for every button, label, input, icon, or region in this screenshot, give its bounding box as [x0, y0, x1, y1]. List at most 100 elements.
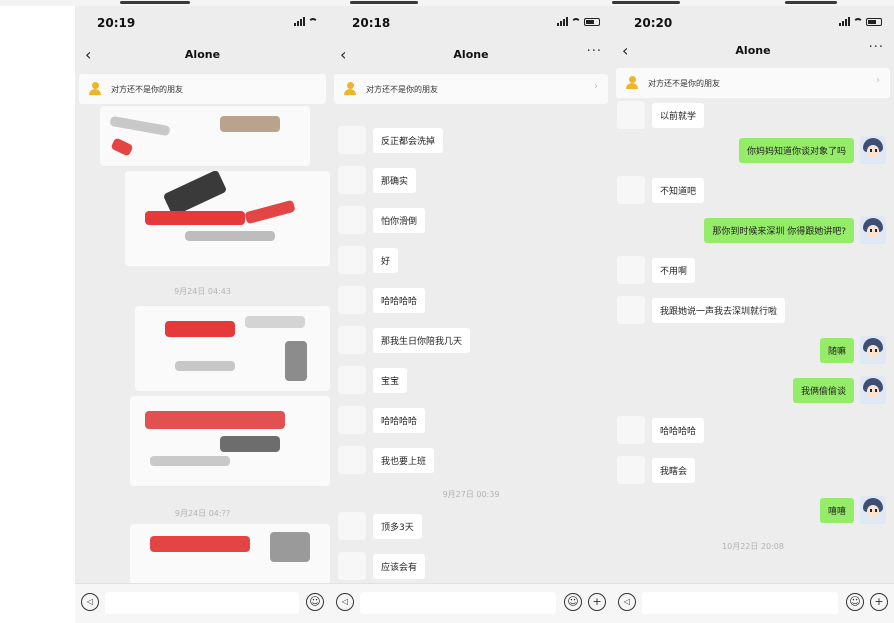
signal-icon: [557, 17, 568, 26]
not-friend-banner[interactable]: 对方还不是你的朋友: [79, 74, 326, 104]
message-incoming: 以前就学: [617, 101, 705, 129]
message-bubble[interactable]: 我跟她说一声我去深圳就行啦: [652, 297, 786, 323]
avatar[interactable]: [338, 446, 366, 474]
system-icons: [294, 17, 318, 26]
message-input[interactable]: [360, 592, 556, 614]
chat-header: ‹ Alone: [75, 40, 330, 70]
wifi-icon: [853, 18, 863, 26]
plus-icon[interactable]: +: [870, 593, 888, 611]
avatar[interactable]: [617, 176, 645, 204]
message-bubble[interactable]: 我俩偷偷谈: [792, 377, 854, 403]
message-bubble[interactable]: 哈哈哈哈: [373, 287, 426, 313]
blurred-image[interactable]: [135, 306, 330, 391]
message-bubble[interactable]: 不用啊: [652, 257, 696, 283]
avatar[interactable]: [617, 456, 645, 484]
avatar[interactable]: [617, 256, 645, 284]
message-incoming: 不知道吧: [617, 176, 705, 204]
message-bubble[interactable]: 我也要上班: [373, 447, 435, 473]
plus-icon[interactable]: +: [588, 593, 606, 611]
voice-icon[interactable]: ◁: [336, 593, 354, 611]
ellipsis-icon[interactable]: ···: [587, 44, 602, 59]
avatar[interactable]: [338, 512, 366, 540]
voice-icon[interactable]: ◁: [81, 593, 99, 611]
message-bubble[interactable]: 我瞎会: [652, 457, 696, 483]
chat-title: Alone: [453, 48, 489, 61]
input-bar: ◁ ☺ +: [330, 583, 612, 623]
message-bubble[interactable]: 哈哈哈哈: [652, 417, 705, 443]
avatar[interactable]: [338, 366, 366, 394]
message-bubble[interactable]: 那你到时候来深圳 你得跟她讲吧?: [704, 217, 854, 243]
message-incoming: 我跟她说一声我去深圳就行啦: [617, 296, 786, 324]
message-bubble[interactable]: 好: [373, 247, 399, 273]
status-bar: 20:20: [612, 6, 894, 38]
avatar[interactable]: [338, 326, 366, 354]
message-incoming: 哈哈哈哈: [338, 406, 426, 434]
message-incoming: 怕你滑倒: [338, 206, 426, 234]
home-indicator-top: [350, 1, 418, 4]
ellipsis-icon[interactable]: ···: [869, 40, 884, 55]
blurred-image[interactable]: [125, 171, 330, 266]
wifi-icon: [571, 18, 581, 26]
avatar[interactable]: [860, 136, 886, 164]
message-input[interactable]: [642, 592, 838, 614]
signal-icon: [294, 17, 305, 26]
message-input[interactable]: [105, 592, 299, 614]
user-add-icon: [89, 82, 103, 96]
message-bubble[interactable]: 宝宝: [373, 367, 408, 393]
message-incoming: 那确实: [338, 166, 417, 194]
timestamp: 9月24日 04:??: [174, 509, 231, 518]
emoji-icon[interactable]: ☺: [564, 593, 582, 611]
wifi-icon: [308, 18, 318, 26]
chat-header: ‹ Alone ···: [330, 40, 612, 70]
voice-icon[interactable]: ◁: [618, 593, 636, 611]
message-bubble[interactable]: 反正都会洗掉: [373, 127, 444, 153]
phone-screen-2: 20:18 ‹ Alone ··· 对方还不是你的朋友 › 反正都会洗掉 那确实…: [330, 6, 612, 623]
message-bubble[interactable]: 随嘛: [819, 337, 854, 363]
input-bar: ◁ ☺: [75, 583, 330, 623]
message-bubble[interactable]: 怕你滑倒: [373, 207, 426, 233]
avatar[interactable]: [617, 296, 645, 324]
status-time: 20:19: [97, 16, 136, 30]
not-friend-banner[interactable]: 对方还不是你的朋友 ›: [616, 68, 890, 98]
message-incoming: 不用啊: [617, 256, 696, 284]
message-incoming: 哈哈哈哈: [617, 416, 705, 444]
avatar[interactable]: [860, 376, 886, 404]
message-bubble[interactable]: 你妈妈知道你谈对象了吗: [738, 137, 854, 163]
avatar[interactable]: [860, 216, 886, 244]
timestamp: 9月24日 04:43: [174, 287, 231, 296]
status-bar: 20:19: [75, 6, 330, 38]
emoji-icon[interactable]: ☺: [306, 593, 324, 611]
avatar[interactable]: [338, 206, 366, 234]
blurred-image[interactable]: [130, 524, 330, 584]
emoji-icon[interactable]: ☺: [846, 593, 864, 611]
home-indicator-top: [785, 1, 837, 4]
timestamp: 10月22日 20:08: [722, 542, 784, 551]
avatar[interactable]: [338, 286, 366, 314]
avatar[interactable]: [338, 406, 366, 434]
avatar[interactable]: [338, 126, 366, 154]
message-outgoing: 那你到时候来深圳 你得跟她讲吧?: [704, 216, 886, 244]
avatar[interactable]: [338, 246, 366, 274]
avatar[interactable]: [617, 416, 645, 444]
message-bubble[interactable]: 顶多3天: [373, 513, 422, 539]
avatar[interactable]: [860, 336, 886, 364]
status-bar: 20:18: [330, 6, 612, 38]
avatar[interactable]: [338, 166, 366, 194]
avatar[interactable]: [617, 101, 645, 129]
message-bubble[interactable]: 应该会有: [373, 553, 426, 579]
message-outgoing: 你妈妈知道你谈对象了吗: [738, 136, 886, 164]
message-bubble[interactable]: 嘻嘻: [819, 497, 854, 523]
message-bubble[interactable]: 哈哈哈哈: [373, 407, 426, 433]
message-bubble[interactable]: 以前就学: [652, 102, 705, 128]
blurred-image[interactable]: [130, 396, 330, 486]
message-outgoing: 随嘛: [819, 336, 886, 364]
message-bubble[interactable]: 不知道吧: [652, 177, 705, 203]
avatar[interactable]: [860, 496, 886, 524]
message-bubble[interactable]: 那我生日你陪我几天: [373, 327, 471, 353]
user-add-icon: [626, 76, 640, 90]
avatar[interactable]: [338, 552, 366, 580]
message-bubble[interactable]: 那确实: [373, 167, 417, 193]
not-friend-banner[interactable]: 对方还不是你的朋友 ›: [334, 74, 608, 104]
blurred-image[interactable]: [100, 106, 310, 166]
battery-icon: [584, 18, 600, 26]
